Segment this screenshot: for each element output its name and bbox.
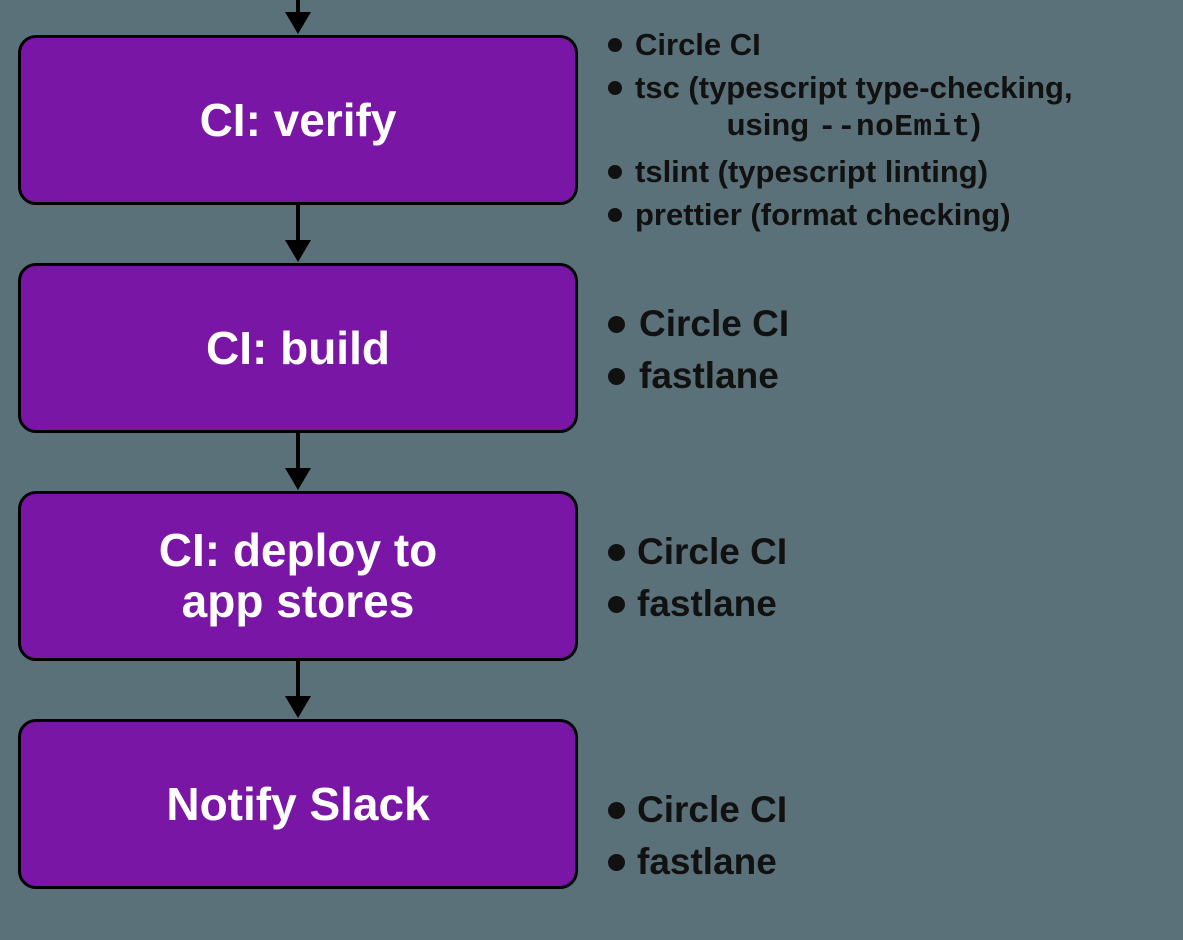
stage-title: CI: verify <box>200 95 397 146</box>
bullet-item: Circle CI <box>608 788 1168 832</box>
stage-title-line1: CI: verify <box>200 94 397 146</box>
bullet-item: fastlane <box>608 354 1168 398</box>
bullet-text-part: using <box>727 107 818 142</box>
bullet-dot <box>608 165 622 179</box>
bullet-dot <box>608 596 625 613</box>
bullet-dot <box>608 802 625 819</box>
bullet-item: tsc (typescript type-checking, using --n… <box>608 69 1168 146</box>
stage-ci-verify-bullets: Circle CI tsc (typescript type-checking,… <box>608 26 1168 233</box>
bullet-item: Circle CI <box>608 26 1168 63</box>
bullet-dot <box>608 81 622 95</box>
stage-title: CI: deploy to app stores <box>159 525 438 626</box>
bullet-text: Circle CI <box>637 530 787 574</box>
bullet-item: fastlane <box>608 582 1168 626</box>
bullet-text: Circle CI <box>639 302 789 346</box>
bullet-text-subline: using --noEmit) <box>635 106 1073 146</box>
bullet-text: Circle CI <box>635 26 761 63</box>
bullet-text: Circle CI <box>637 788 787 832</box>
bullet-text: fastlane <box>637 582 777 626</box>
bullet-text: fastlane <box>637 840 777 884</box>
flow-arrow <box>283 661 313 718</box>
bullet-item: Circle CI <box>608 530 1168 574</box>
flow-arrow <box>283 205 313 262</box>
bullet-text: prettier (format checking) <box>635 196 1011 233</box>
stage-ci-build: CI: build <box>18 263 578 433</box>
stage-title-line1: Notify Slack <box>166 778 429 830</box>
stage-ci-build-bullets: Circle CI fastlane <box>608 302 1168 399</box>
stage-title-line2: app stores <box>159 576 438 627</box>
bullet-text: tslint (typescript linting) <box>635 153 988 190</box>
bullet-dot <box>608 316 625 333</box>
stage-title-line1: CI: deploy to <box>159 525 438 576</box>
stage-ci-deploy-bullets: Circle CI fastlane <box>608 530 1168 627</box>
stage-ci-deploy: CI: deploy to app stores <box>18 491 578 661</box>
flow-arrow <box>283 433 313 490</box>
stage-notify-slack: Notify Slack <box>18 719 578 889</box>
stage-notify-slack-bullets: Circle CI fastlane <box>608 788 1168 885</box>
bullet-dot <box>608 854 625 871</box>
bullet-text: fastlane <box>639 354 779 398</box>
bullet-dot <box>608 368 625 385</box>
bullet-dot <box>608 208 622 222</box>
stage-title: Notify Slack <box>166 779 429 830</box>
bullet-item: fastlane <box>608 840 1168 884</box>
bullet-text-part: ) <box>971 107 981 142</box>
bullet-text: tsc (typescript type-checking, using --n… <box>635 69 1073 146</box>
stage-ci-verify: CI: verify <box>18 35 578 205</box>
bullet-item: tslint (typescript linting) <box>608 153 1168 190</box>
stage-title: CI: build <box>206 323 390 374</box>
flow-arrow-in <box>283 0 313 34</box>
bullet-text-part: tsc (typescript type-checking, <box>635 70 1073 105</box>
stage-title-line1: CI: build <box>206 322 390 374</box>
bullet-item: Circle CI <box>608 302 1168 346</box>
bullet-dot <box>608 38 622 52</box>
bullet-text-mono: --noEmit <box>818 110 971 145</box>
bullet-item: prettier (format checking) <box>608 196 1168 233</box>
bullet-dot <box>608 544 625 561</box>
